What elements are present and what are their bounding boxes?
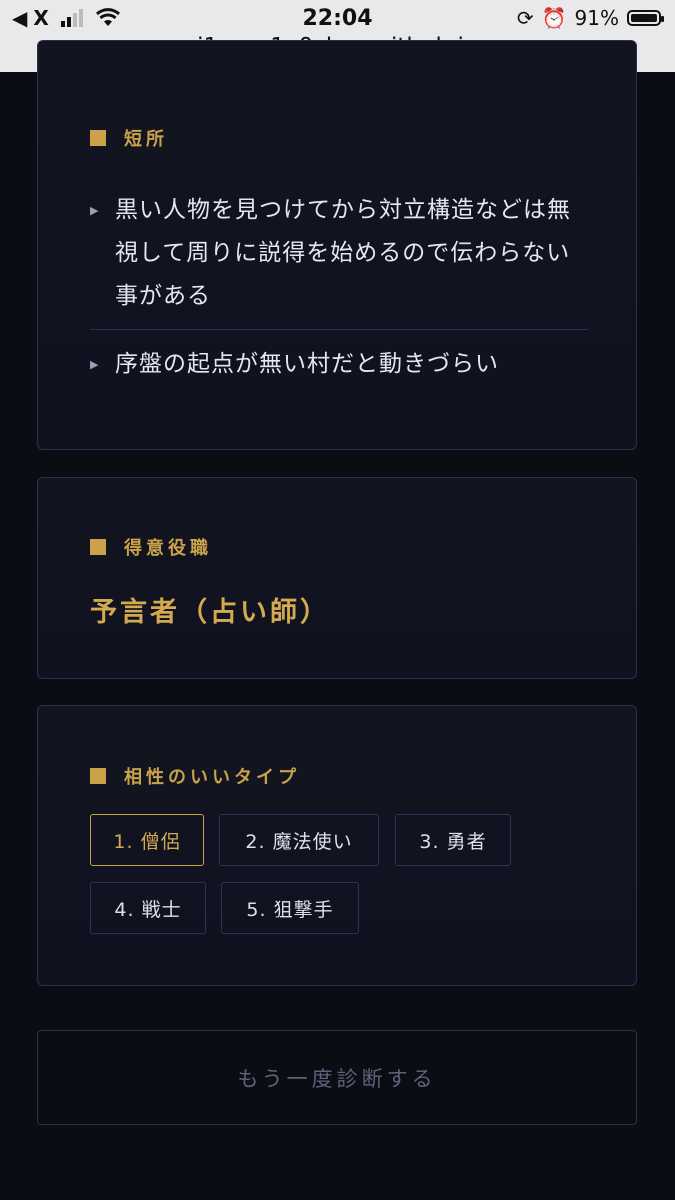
weaknesses-card: 短所 ▶ 黒い人物を見つけてから対立構造などは無視して周りに説得を始めるので伝わ… — [37, 40, 637, 450]
weakness-item: ▶ 序盤の起点が無い村だと動きづらい — [90, 343, 590, 386]
weakness-text: 序盤の起点が無い村だと動きづらい — [115, 351, 499, 377]
strong-role-heading-label: 得意役職 — [124, 538, 212, 559]
heading-square-icon — [90, 768, 106, 784]
bullet-triangle-icon: ▶ — [90, 358, 100, 371]
item-divider — [90, 329, 588, 330]
strong-role-heading: 得意役職 — [90, 534, 212, 560]
heading-square-icon — [90, 539, 106, 555]
compatible-heading: 相性のいいタイプ — [90, 763, 300, 789]
retry-diagnosis-button[interactable]: もう一度診断する — [37, 1030, 637, 1125]
heading-square-icon — [90, 130, 106, 146]
compatible-types-card: 相性のいいタイプ 1. 僧侶 2. 魔法使い 3. 勇者 4. 戦士 5. 狙撃… — [37, 705, 637, 986]
compatible-tag-warrior[interactable]: 4. 戦士 — [90, 882, 206, 934]
rotation-lock-icon: ⟳ — [516, 6, 534, 30]
compatible-tag-mage[interactable]: 2. 魔法使い — [219, 814, 379, 866]
battery-percent: 91% — [574, 6, 619, 30]
bullet-triangle-icon: ▶ — [90, 204, 100, 217]
strong-role-value: 予言者（占い師） — [90, 597, 330, 628]
strong-role-card: 得意役職 予言者（占い師） — [37, 477, 637, 679]
weaknesses-heading-label: 短所 — [124, 129, 168, 150]
status-indicators: ⟳ ⏰ 91% — [516, 6, 664, 30]
weakness-text: 黒い人物を見つけてから対立構造などは無視して周りに説得を始めるので伝わらない事が… — [115, 197, 571, 309]
alarm-icon: ⏰ — [541, 6, 567, 30]
battery-icon — [627, 10, 664, 26]
compatible-heading-label: 相性のいいタイプ — [124, 767, 300, 788]
compatible-tag-hero[interactable]: 3. 勇者 — [395, 814, 511, 866]
status-row: ◀ X 22:04 ⟳ ⏰ 91% — [0, 6, 675, 32]
compatible-tag-sniper[interactable]: 5. 狙撃手 — [221, 882, 359, 934]
weaknesses-heading: 短所 — [90, 125, 168, 151]
weakness-item: ▶ 黒い人物を見つけてから対立構造などは無視して周りに説得を始めるので伝わらない… — [90, 189, 590, 318]
compatible-tag-priest[interactable]: 1. 僧侶 — [90, 814, 204, 866]
